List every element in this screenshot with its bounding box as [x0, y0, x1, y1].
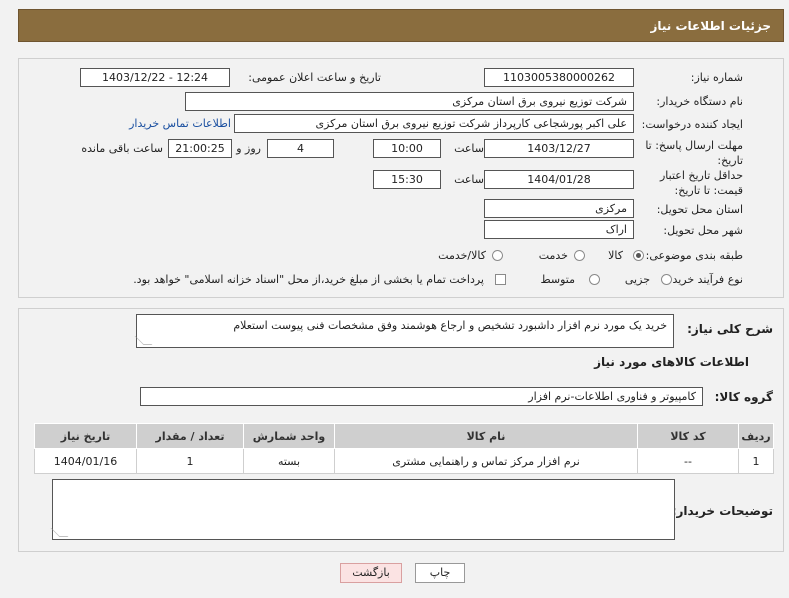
buyer-contact-link[interactable]: اطلاعات تماس خریدار [129, 117, 231, 130]
cell-row: 1 [738, 448, 774, 474]
announce-field[interactable]: 1403/12/22 - 12:24 [80, 68, 230, 87]
back-button[interactable]: بازگشت [340, 563, 402, 583]
cell-unit: بسته [243, 448, 335, 474]
category-radio-goods[interactable] [633, 250, 644, 261]
table-row[interactable]: 1 -- نرم افزار مرکز تماس و راهنمایی مشتر… [34, 448, 774, 474]
goods-table: ردیف کد کالا نام کالا واحد شمارش تعداد /… [34, 423, 774, 474]
creator-field[interactable]: علی اکبر پورشجاعی کارپرداز شرکت توزیع نی… [234, 114, 634, 133]
cell-need-date: 1404/01/16 [34, 448, 137, 474]
summary-text: خرید یک مورد نرم افزار داشبورد تشخیص و ا… [233, 319, 667, 332]
category-label: طبقه بندی موضوعی: [645, 249, 743, 262]
goods-table-header: ردیف کد کالا نام کالا واحد شمارش تعداد /… [34, 423, 774, 449]
cell-code: -- [637, 448, 739, 474]
page-title: جزئیات اطلاعات نیاز [650, 18, 771, 33]
need-number-label: شماره نیاز: [690, 71, 743, 84]
deadline-date-field[interactable]: 1403/12/27 [484, 139, 634, 158]
buyer-notes-label: توضیحات خریدار: [671, 504, 773, 518]
col-unit: واحد شمارش [243, 423, 335, 449]
category-option-goods: کالا [608, 249, 623, 262]
col-need-date: تاریخ نیاز [34, 423, 137, 449]
validity-time-label: ساعت [454, 173, 484, 186]
purchase-option-minor: جزیی [624, 273, 650, 286]
resize-grip-icon[interactable] [50, 528, 69, 537]
category-option-goods-service: کالا/خدمت [438, 249, 486, 262]
buyer-notes-textarea[interactable] [50, 479, 675, 540]
print-button[interactable]: چاپ [415, 563, 465, 583]
deadline-time-field[interactable]: 10:00 [373, 139, 441, 158]
category-radio-goods-service[interactable] [492, 250, 503, 261]
purchase-type-label: نوع فرآیند خرید : [665, 273, 743, 286]
days-remaining-field[interactable]: 4 [267, 139, 334, 158]
treasury-payment-checkbox[interactable] [495, 274, 506, 285]
goods-section-title: اطلاعات کالاهای مورد نیاز [594, 355, 749, 369]
summary-textarea[interactable]: خرید یک مورد نرم افزار داشبورد تشخیص و ا… [134, 314, 674, 348]
creator-label: ایجاد کننده درخواست: [641, 118, 743, 131]
buyer-org-field[interactable]: شرکت توزیع نیروی برق استان مرکزی [185, 92, 634, 111]
city-field[interactable]: اراک [484, 220, 634, 239]
cell-name: نرم افزار مرکز تماس و راهنمایی مشتری [334, 448, 638, 474]
validity-date-field[interactable]: 1404/01/28 [484, 170, 634, 189]
deadline-label: مهلت ارسال پاسخ: تا تاریخ: [645, 139, 743, 167]
province-field[interactable]: مرکزی [484, 199, 634, 218]
city-label: شهر محل تحویل: [663, 224, 743, 237]
validity-time-field[interactable]: 15:30 [373, 170, 441, 189]
deadline-time-label: ساعت [454, 142, 484, 155]
col-name: نام کالا [334, 423, 638, 449]
purchase-radio-medium[interactable] [589, 274, 600, 285]
goods-group-label: گروه کالا: [714, 390, 773, 404]
validity-label: حداقل تاریخ اعتبار قیمت: تا تاریخ: [659, 169, 743, 197]
cell-quantity: 1 [136, 448, 244, 474]
summary-label: شرح کلی نیاز: [687, 322, 773, 336]
remaining-label: ساعت باقی مانده [81, 142, 163, 155]
goods-group-field[interactable]: کامپیوتر و فناوری اطلاعات-نرم افزار [140, 387, 703, 406]
col-code: کد کالا [637, 423, 739, 449]
purchase-option-medium: متوسط [540, 273, 575, 286]
need-number-field[interactable]: 1103005380000262 [484, 68, 634, 87]
treasury-payment-note: پرداخت تمام یا بخشی از مبلغ خرید،از محل … [133, 273, 484, 286]
category-radio-service[interactable] [574, 250, 585, 261]
buyer-org-label: نام دستگاه خریدار: [656, 95, 743, 108]
announce-label: تاریخ و ساعت اعلان عمومی: [248, 71, 381, 84]
resize-grip-icon[interactable] [134, 336, 153, 345]
page-header: جزئیات اطلاعات نیاز [18, 9, 784, 42]
days-label: روز و [236, 142, 261, 155]
remaining-time-field[interactable]: 21:00:25 [168, 139, 232, 158]
province-label: استان محل تحویل: [656, 203, 743, 216]
col-row: ردیف [738, 423, 774, 449]
category-option-service: خدمت [538, 249, 568, 262]
purchase-radio-minor[interactable] [661, 274, 672, 285]
col-quantity: تعداد / مقدار [136, 423, 244, 449]
